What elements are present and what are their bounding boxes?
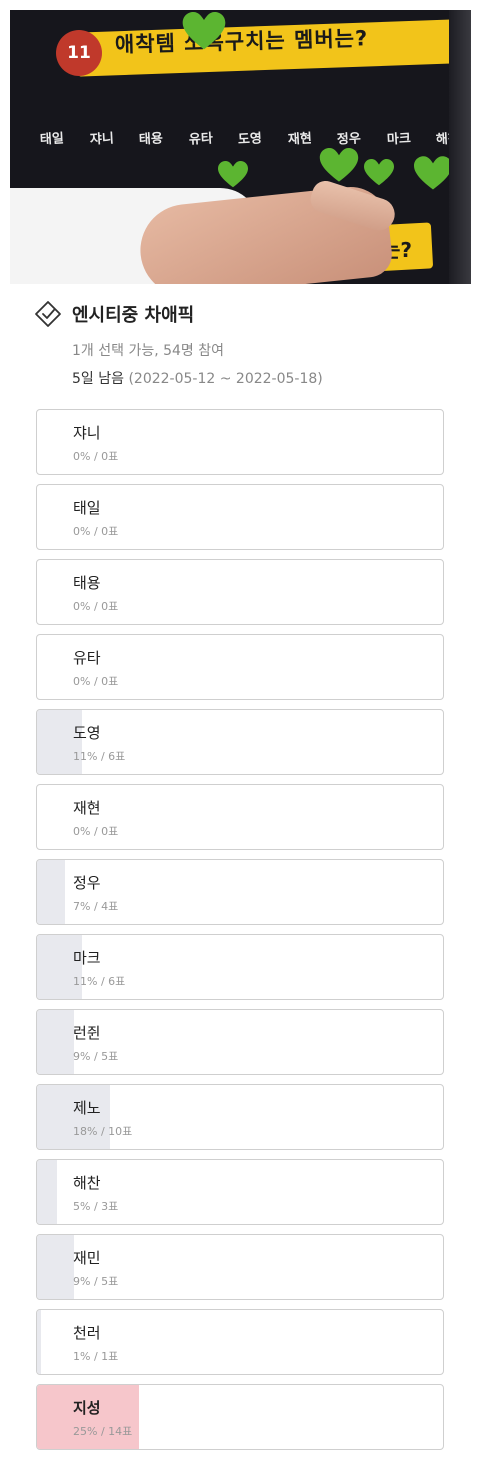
photo-member-label: 재현	[287, 131, 312, 148]
poll-option-result-bar	[37, 1010, 74, 1074]
poll-option[interactable]: 정우 7% / 4표	[36, 859, 444, 925]
poll-option-label: 재민	[73, 1249, 101, 1267]
poll-option-stats: 18% / 10표	[73, 1125, 133, 1138]
poll-option-stats: 0% / 0표	[73, 825, 119, 838]
poll-option[interactable]: 유타 0% / 0표	[36, 634, 444, 700]
poll-option[interactable]: 태용 0% / 0표	[36, 559, 444, 625]
poll-option-stats: 11% / 6표	[73, 975, 126, 988]
poll-days-left: 5일 남음	[72, 371, 124, 387]
poll-option-result-bar	[37, 1160, 58, 1224]
poll-option-label: 정우	[73, 874, 101, 892]
green-heart-icon	[414, 154, 452, 194]
poll-option[interactable]: 도영 11% / 6표	[36, 709, 444, 775]
photo-member-label: 태일	[39, 131, 65, 148]
poll-option-stats: 25% / 14표	[73, 1425, 133, 1438]
poll-option[interactable]: 지성 25% / 14표	[36, 1384, 444, 1450]
poll-option-stats: 11% / 6표	[73, 750, 126, 763]
photo-member-label: 태용	[138, 131, 164, 148]
poll-remaining: 5일 남음 (2022-05-12 ~ 2022-05-18)	[72, 368, 454, 388]
poll-header: 엔시티중 차애픽 1개 선택 가능, 54명 참여 5일 남음 (2022-05…	[34, 298, 454, 388]
poll-cover-photo: 11 애착템 쏘옥구치는 멤버는? 태일 쟈니 태용 유타 도영 재현 정우 마…	[10, 10, 471, 284]
poll-option-stats: 0% / 0표	[73, 450, 119, 463]
poll-date-range: (2022-05-12 ~ 2022-05-18)	[128, 371, 323, 387]
poll-option[interactable]: 제노 18% / 10표	[36, 1084, 444, 1150]
poll-option[interactable]: 쟈니 0% / 0표	[36, 409, 444, 475]
poll-option-label: 쟈니	[73, 424, 101, 442]
poll-option[interactable]: 재민 9% / 5표	[36, 1234, 444, 1300]
poll-option-stats: 1% / 1표	[73, 1350, 119, 1363]
poll-option-result-bar	[37, 1310, 42, 1374]
poll-option-label: 천러	[73, 1324, 101, 1342]
poll-option-label: 지성	[73, 1399, 101, 1417]
poll-option-stats: 5% / 3표	[73, 1200, 119, 1213]
photo-edge-shadow	[449, 10, 471, 284]
poll-option-label: 유타	[73, 649, 101, 667]
poll-option-label: 마크	[73, 949, 101, 967]
photo-member-label: 도영	[237, 131, 263, 148]
poll-option-label: 재현	[73, 799, 101, 817]
poll-option[interactable]: 해찬 5% / 3표	[36, 1159, 444, 1225]
poll-option[interactable]: 태일 0% / 0표	[36, 484, 444, 550]
poll-option[interactable]: 마크 11% / 6표	[36, 934, 444, 1000]
poll-option-stats: 7% / 4표	[73, 900, 119, 913]
poll-option[interactable]: 재현 0% / 0표	[36, 784, 444, 850]
poll-option-label: 런쥔	[73, 1024, 101, 1042]
photo-member-row: 태일 쟈니 태용 유타 도영 재현 정우 마크 해찬	[39, 128, 461, 152]
photo-member-label: 유타	[188, 131, 213, 148]
vote-check-icon	[34, 300, 62, 328]
poll-options-list: 쟈니 0% / 0표 태일 0% / 0표 태용 0% / 0표 유타 0% / 0표 도영 11…	[36, 409, 444, 1459]
poll-option[interactable]: 천러 1% / 1표	[36, 1309, 444, 1375]
poll-option-label: 해찬	[73, 1174, 101, 1192]
poll-option-stats: 0% / 0표	[73, 600, 119, 613]
poll-option-stats: 9% / 5표	[73, 1275, 119, 1288]
poll-meta: 1개 선택 가능, 54명 참여	[72, 343, 225, 359]
poll-option-label: 도영	[73, 724, 101, 742]
poll-option-result-bar	[37, 1235, 74, 1299]
poll-title: 엔시티중 차애픽	[72, 305, 195, 326]
photo-banner-text: 애착템 쏘옥구치는 멤버는?	[114, 26, 369, 57]
poll-option[interactable]: 런쥔 9% / 5표	[36, 1009, 444, 1075]
poll-option-label: 태일	[73, 499, 101, 517]
green-heart-icon	[314, 148, 364, 184]
poll-option-label: 제노	[73, 1099, 101, 1117]
photo-number-badge: 11	[56, 30, 102, 76]
green-heart-icon	[182, 12, 226, 52]
poll-option-label: 태용	[73, 574, 101, 592]
poll-option-result-bar	[37, 860, 66, 924]
poll-option-stats: 0% / 0표	[73, 675, 119, 688]
photo-member-label: 쟈니	[89, 131, 114, 148]
poll-option-stats: 0% / 0표	[73, 525, 119, 538]
poll-option-stats: 9% / 5표	[73, 1050, 119, 1063]
